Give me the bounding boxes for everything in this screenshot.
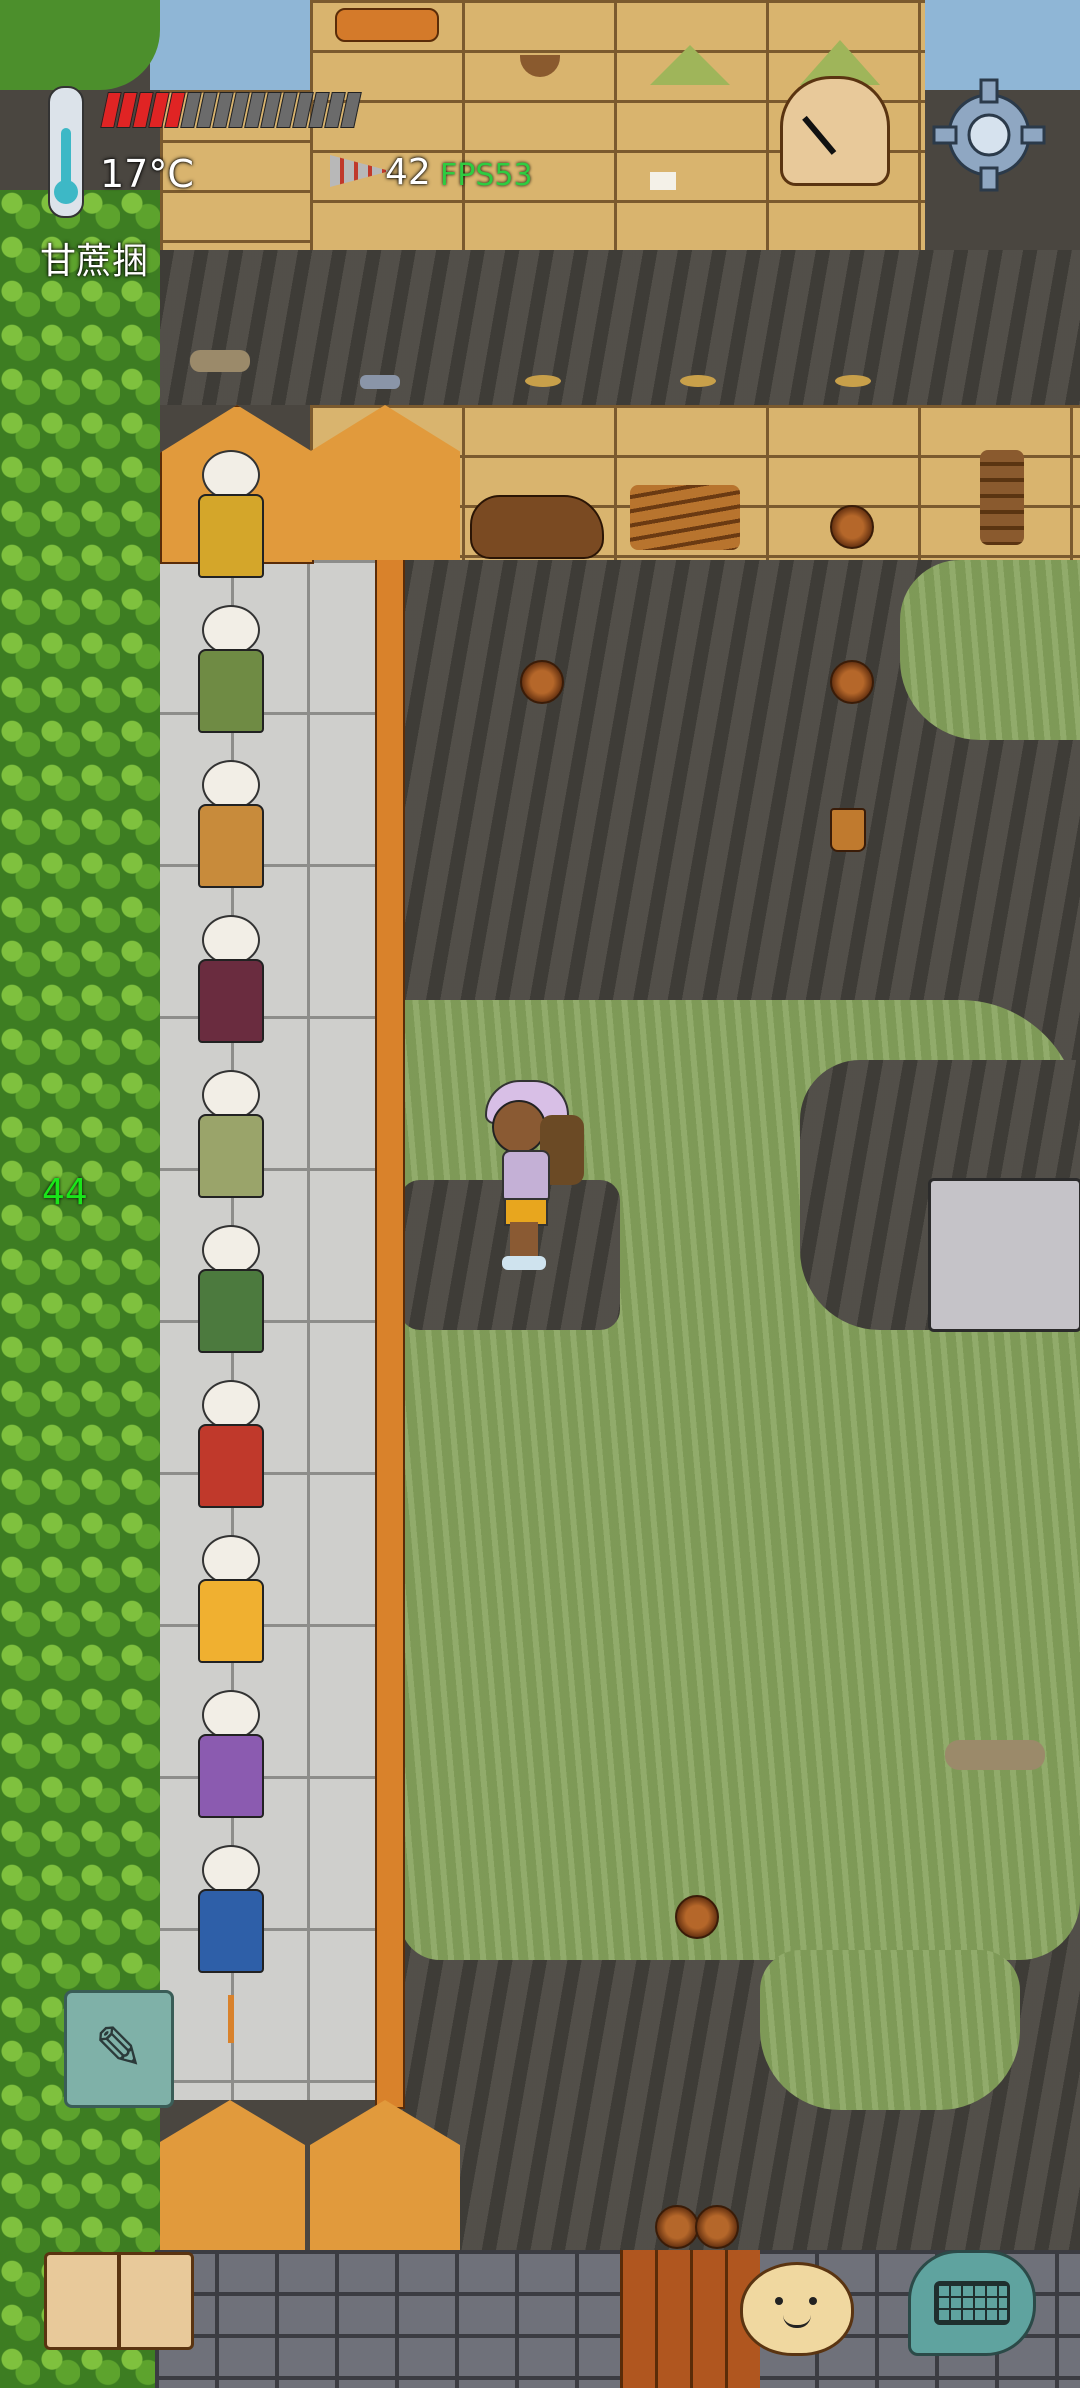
stacked-baskets-item[interactable] [980,450,1024,545]
bread-loaf-item[interactable] [335,8,439,42]
firewood-pile-item[interactable] [630,485,740,550]
seed-item-3[interactable] [835,375,871,387]
temperature-readout: 17°C [100,152,194,196]
fps-label: FPS53 [440,158,533,193]
keyboard-icon [934,2281,1010,2325]
emote-button[interactable] [740,2262,854,2356]
player-legs [510,1222,538,1260]
tree-top-left [0,0,160,90]
fence-rail [375,545,405,2109]
stone-path [155,560,385,2100]
fence-post-bottom-left [155,2100,305,2250]
side-counter: 44 [42,1172,88,1213]
stone-block[interactable] [928,1178,1080,1332]
bucket-item[interactable] [830,808,866,852]
player-shoes [502,1256,546,1270]
mannequin-black-hat[interactable] [196,1225,266,1353]
book-icon [44,2252,194,2350]
burdock-item-1[interactable] [830,505,874,549]
mannequin-purple-hat[interactable] [196,1070,266,1198]
held-item-label: 甘蔗捆 [40,241,149,282]
mannequin-blue-patchwork[interactable] [196,760,266,888]
journal-button[interactable] [44,2252,194,2352]
seed-item-2[interactable] [680,375,716,387]
burdock-item-3[interactable] [830,660,874,704]
smiley-face-icon [740,2262,854,2356]
seed-item-1[interactable] [525,375,561,387]
mannequin-purple-tophat[interactable] [196,1690,266,1818]
temperature-meter [40,86,88,218]
player-head [492,1100,546,1154]
player-character[interactable] [480,1080,590,1270]
player-body [502,1150,550,1204]
mannequin-maroon[interactable] [196,915,266,1043]
water-top-left [150,0,310,90]
burdock-item-2[interactable] [520,660,564,704]
burdock-item-4[interactable] [675,1895,719,1939]
keyboard-button[interactable] [908,2250,1036,2356]
grass-patch-top-right [900,560,1080,740]
flint-item[interactable] [360,375,400,389]
bone-pile-item-2[interactable] [945,1740,1045,1770]
fps-count: 42 [385,152,431,193]
dark-road-top [160,250,1080,405]
mannequin-blue-hat[interactable] [196,1845,266,1973]
mannequin-straw-hat[interactable] [196,1535,266,1663]
mannequin-red-hood[interactable] [196,450,266,578]
mannequin-green-hat[interactable] [196,1380,266,1508]
paper-item[interactable] [650,172,676,190]
food-meter [100,92,362,128]
mannequin-stand [228,1995,234,2043]
thermometer-icon [48,86,84,218]
clock-button[interactable] [780,76,890,186]
mannequin-green-tunic[interactable] [196,605,266,733]
burdock-item-5[interactable] [655,2205,699,2249]
grass-patch-bottom [760,1950,1020,2110]
pencil-icon: ✎ [93,2014,145,2084]
bear-skin-item[interactable] [470,495,604,559]
gear-icon [932,78,1046,192]
clock-icon [780,76,890,186]
edit-note-button[interactable]: ✎ [64,1990,174,2108]
bone-pile-item[interactable] [190,350,250,372]
settings-button[interactable] [930,76,1048,194]
wooden-gate[interactable] [620,2250,760,2388]
burdock-item-6[interactable] [695,2205,739,2249]
